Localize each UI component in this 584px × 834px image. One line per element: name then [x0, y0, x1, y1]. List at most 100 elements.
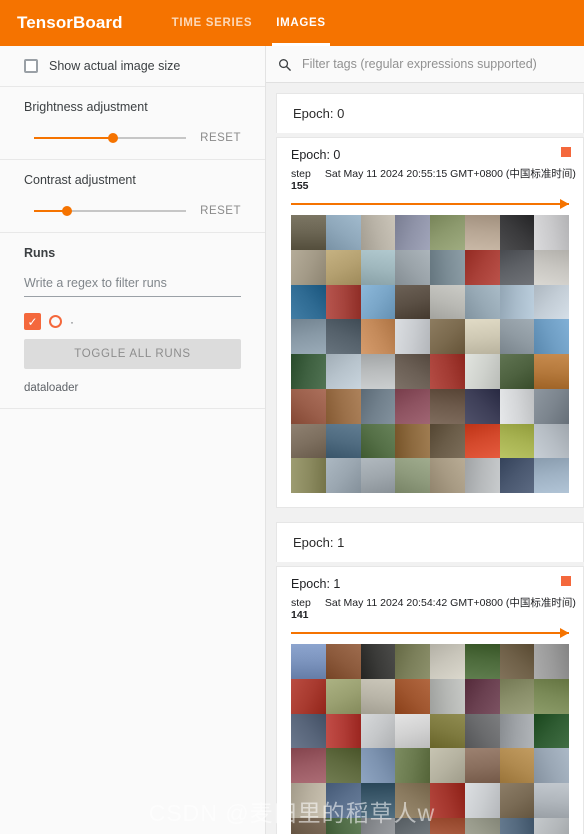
image-thumbnail: [464, 249, 500, 285]
image-thumbnail: [395, 713, 430, 749]
image-thumbnail: [325, 783, 361, 818]
image-thumbnail: [430, 458, 465, 493]
image-thumbnail: [395, 458, 430, 493]
image-thumbnail: [360, 388, 396, 424]
run-color-swatch: [561, 576, 571, 586]
image-thumbnail: [291, 458, 326, 493]
image-thumbnail: [360, 249, 396, 285]
run-color-swatch: [561, 147, 571, 157]
image-thumbnail: [291, 249, 326, 285]
step-indicator: step 155: [291, 168, 311, 192]
image-thumbnail: [430, 249, 465, 285]
image-thumbnail: [534, 249, 569, 285]
image-thumbnail: [499, 284, 535, 320]
brightness-reset-button[interactable]: RESET: [186, 132, 241, 144]
brightness-slider[interactable]: [34, 130, 187, 146]
image-grid: [291, 215, 569, 493]
run-item-dataloader[interactable]: dataloader: [24, 382, 241, 394]
runs-filter-input[interactable]: [24, 276, 241, 297]
image-thumbnail: [395, 817, 430, 834]
image-thumbnail: [534, 783, 569, 818]
image-thumbnail: [464, 713, 500, 749]
image-thumbnail: [325, 644, 361, 679]
image-cards-container[interactable]: Epoch: 0 Epoch: 0 step 155 Sat May 11 2024 …: [266, 83, 584, 834]
image-thumbnail: [499, 215, 535, 250]
step-slider-thumb[interactable]: [560, 628, 569, 638]
image-thumbnail: [430, 388, 465, 424]
image-thumbnail: [360, 284, 396, 320]
panel-contrast: Contrast adjustment RESET: [0, 160, 265, 233]
image-card[interactable]: Epoch: 1 step 141 Sat May 11 2024 20:54:42…: [276, 566, 584, 834]
show-actual-size-row[interactable]: Show actual image size: [24, 59, 241, 73]
contrast-reset-button[interactable]: RESET: [186, 205, 241, 217]
image-card[interactable]: Epoch: 0 step 155 Sat May 11 2024 20:55:15…: [276, 137, 584, 508]
image-grid: [291, 644, 569, 834]
tag-header[interactable]: Epoch: 0: [276, 93, 584, 133]
image-thumbnail: [395, 215, 430, 250]
slider-thumb[interactable]: [62, 206, 73, 216]
image-thumbnail: [291, 423, 326, 459]
app-header: TensorBoard TIME SERIES IMAGES: [0, 0, 584, 46]
step-slider-track: [291, 632, 569, 634]
image-thumbnail: [534, 713, 569, 749]
tag-filter-input[interactable]: [300, 56, 572, 72]
image-thumbnail: [499, 748, 535, 783]
slider-thumb[interactable]: [108, 133, 119, 143]
image-thumbnail: [360, 678, 396, 714]
wall-time: Sat May 11 2024 20:55:15 GMT+0800 (中国标准时…: [324, 168, 576, 180]
image-thumbnail: [430, 713, 465, 749]
brightness-slider-row: RESET: [24, 130, 241, 146]
step-slider[interactable]: [291, 199, 569, 209]
image-thumbnail: [464, 388, 500, 424]
select-all-runs-checkbox-icon[interactable]: ✓: [24, 313, 41, 330]
image-thumbnail: [291, 319, 326, 354]
tab-time-series[interactable]: TIME SERIES: [160, 0, 265, 46]
image-thumbnail: [395, 783, 430, 818]
image-thumbnail: [534, 817, 569, 834]
image-thumbnail: [325, 713, 361, 749]
image-thumbnail: [360, 817, 396, 834]
image-thumbnail: [464, 644, 500, 679]
image-thumbnail: [534, 215, 569, 250]
app-brand: TensorBoard: [17, 13, 123, 32]
image-thumbnail: [430, 783, 465, 818]
image-thumbnail: [325, 748, 361, 783]
image-thumbnail: [395, 423, 430, 459]
image-thumbnail: [464, 458, 500, 493]
image-thumbnail: [291, 388, 326, 424]
image-thumbnail: [360, 354, 396, 389]
image-thumbnail: [464, 748, 500, 783]
image-thumbnail: [360, 458, 396, 493]
image-thumbnail: [464, 215, 500, 250]
image-thumbnail: [464, 284, 500, 320]
step-slider-thumb[interactable]: [560, 199, 569, 209]
contrast-slider-row: RESET: [24, 203, 241, 219]
contrast-slider[interactable]: [34, 203, 187, 219]
runs-dot-label: ·: [70, 314, 74, 329]
step-slider[interactable]: [291, 628, 569, 638]
toggle-all-runs-button[interactable]: TOGGLE ALL RUNS: [24, 339, 241, 369]
image-thumbnail: [464, 783, 500, 818]
run-color-circle-icon[interactable]: [49, 315, 62, 328]
image-thumbnail: [499, 249, 535, 285]
brightness-label: Brightness adjustment: [24, 100, 148, 114]
image-thumbnail: [499, 423, 535, 459]
checkbox-icon[interactable]: [24, 59, 38, 73]
image-thumbnail: [464, 817, 500, 834]
tag-header[interactable]: Epoch: 1: [276, 522, 584, 562]
search-icon: [277, 57, 292, 72]
image-thumbnail: [430, 354, 465, 389]
tensorboard-app: TensorBoard TIME SERIES IMAGES Show actu…: [0, 0, 584, 834]
tab-images[interactable]: IMAGES: [264, 0, 338, 46]
image-thumbnail: [499, 319, 535, 354]
image-thumbnail: [499, 783, 535, 818]
image-thumbnail: [360, 423, 396, 459]
image-thumbnail: [464, 423, 500, 459]
image-thumbnail: [291, 354, 326, 389]
image-thumbnail: [360, 713, 396, 749]
image-thumbnail: [325, 423, 361, 459]
card-meta: step 155 Sat May 11 2024 20:55:15 GMT+080…: [291, 166, 576, 192]
image-thumbnail: [325, 215, 361, 250]
image-thumbnail: [395, 319, 430, 354]
runs-title: Runs: [24, 246, 56, 260]
